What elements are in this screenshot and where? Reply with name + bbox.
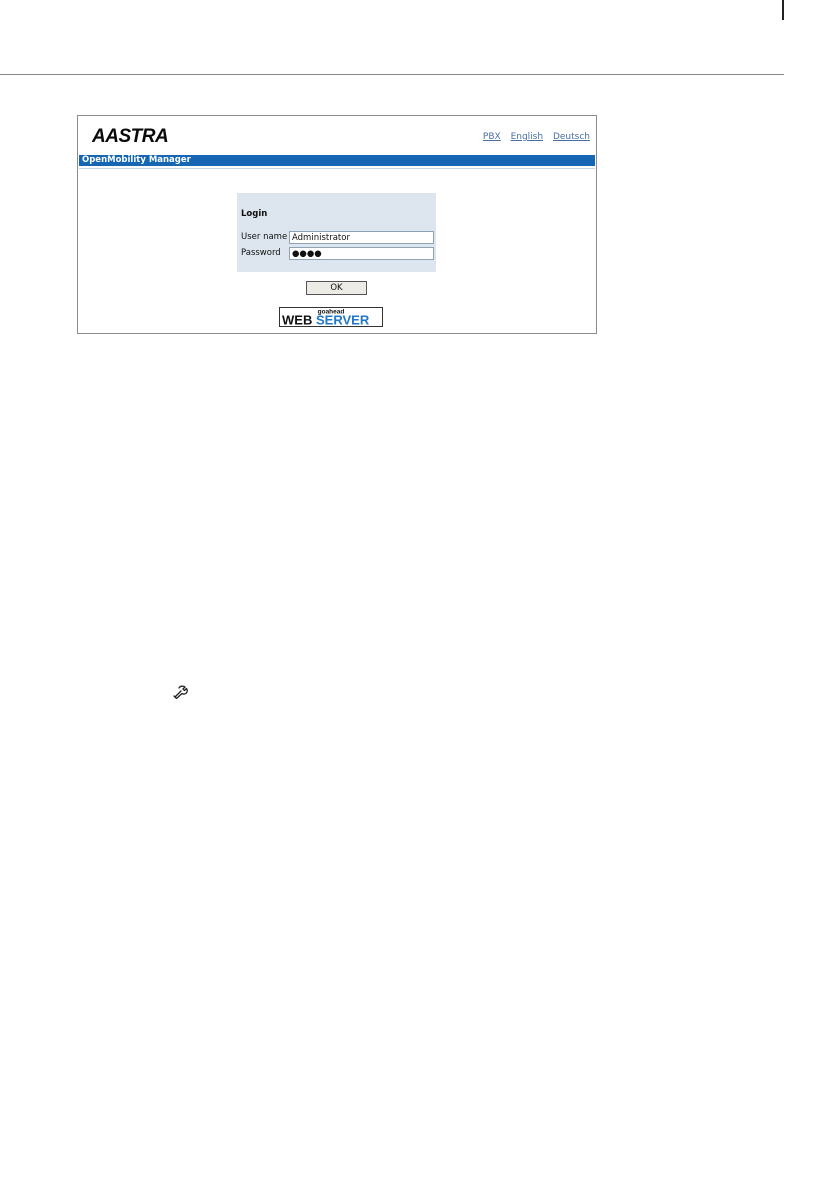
username-row: User name xyxy=(241,231,434,244)
svg-text:AASTRA: AASTRA xyxy=(92,126,168,146)
password-row: Password xyxy=(241,247,434,260)
svg-text:SERVER: SERVER xyxy=(316,313,370,328)
ok-button[interactable]: OK xyxy=(306,281,367,295)
header-rule xyxy=(0,74,784,75)
aastra-logo: AASTRA xyxy=(92,126,169,146)
login-heading: Login xyxy=(241,209,268,219)
link-pbx[interactable]: PBX xyxy=(483,132,501,142)
wrench-icon xyxy=(173,685,188,699)
link-deutsch[interactable]: Deutsch xyxy=(553,132,590,142)
svg-text:WEB: WEB xyxy=(282,313,312,328)
link-english[interactable]: English xyxy=(511,132,544,142)
password-label: Password xyxy=(241,248,281,258)
top-nav-links: PBX English Deutsch xyxy=(476,132,590,142)
login-panel: Login User name Password xyxy=(237,193,436,272)
username-input[interactable] xyxy=(289,231,434,244)
title-divider xyxy=(79,168,595,169)
username-label: User name xyxy=(241,232,288,242)
password-input[interactable] xyxy=(289,247,434,260)
page-edge-mark xyxy=(782,0,784,20)
goahead-webserver-badge: goahead WEB SERVER xyxy=(279,307,383,327)
app-title-bar: OpenMobility Manager xyxy=(79,155,595,166)
login-screenshot: AASTRA PBX English Deutsch OpenMobility … xyxy=(77,115,597,334)
